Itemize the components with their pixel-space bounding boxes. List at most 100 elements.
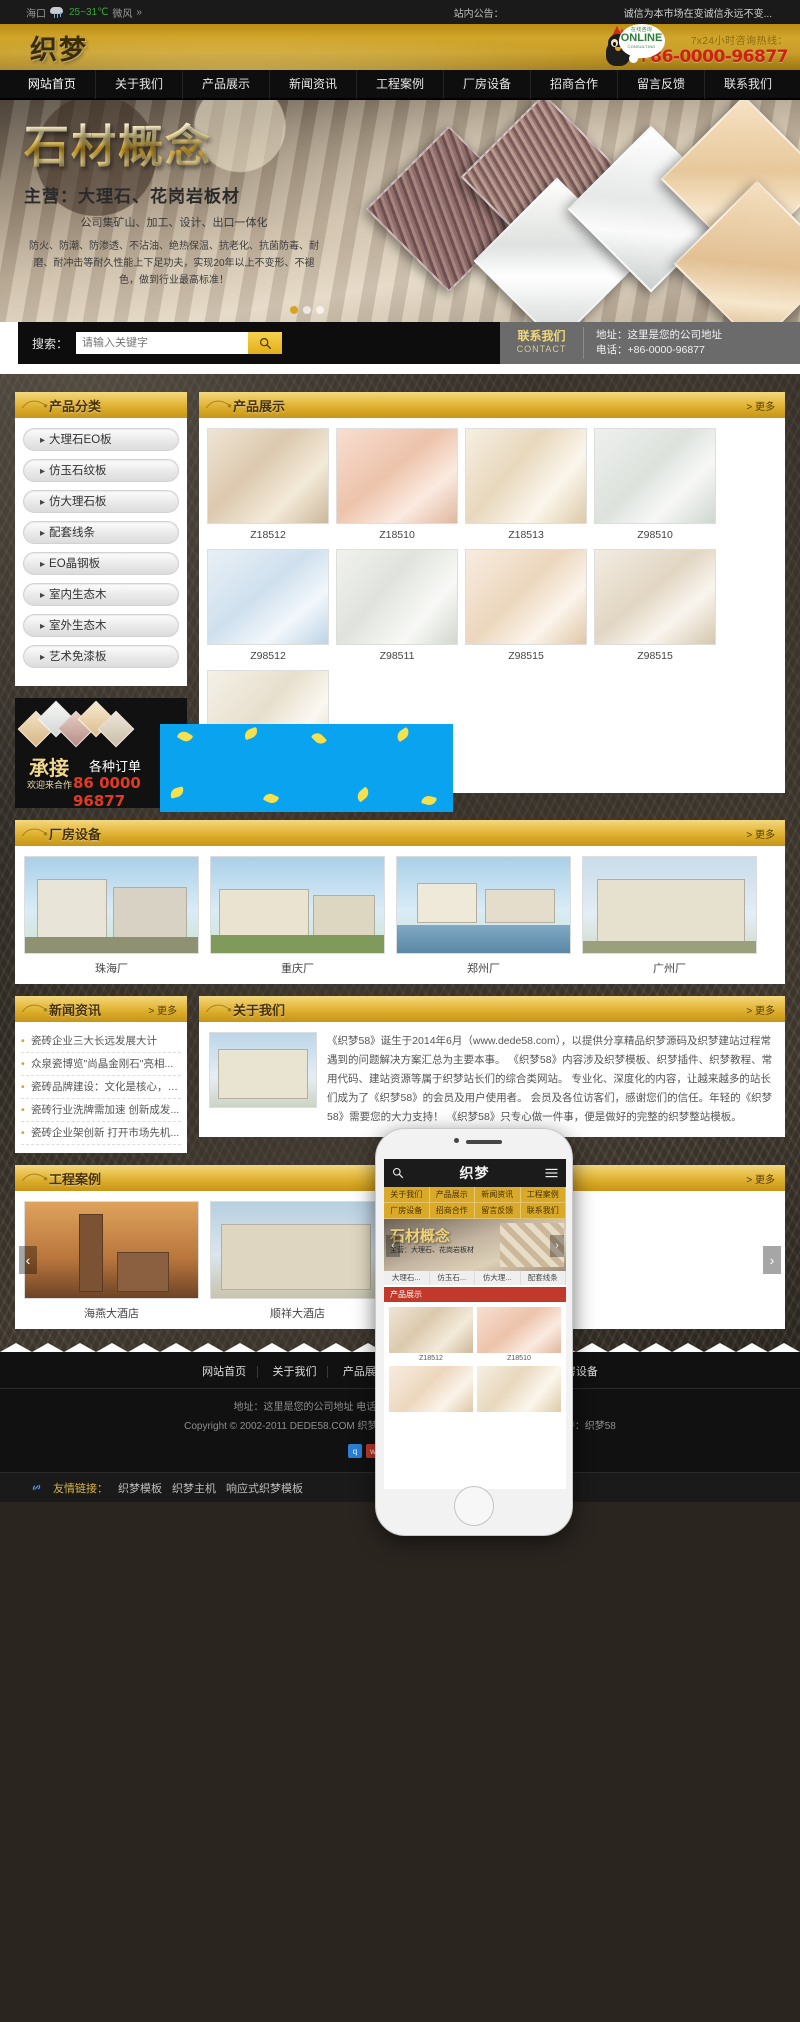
phone-cat-2[interactable]: 仿大理...	[475, 1271, 521, 1285]
product-card[interactable]: Z98512	[207, 549, 329, 662]
banner-dot-3[interactable]	[316, 306, 324, 314]
phone-product-card[interactable]	[389, 1366, 473, 1414]
nav-item-news[interactable]: 新闻资讯	[270, 69, 357, 99]
phone-nav-item-1[interactable]: 产品展示	[429, 1187, 475, 1203]
phone-banner-next-arrow[interactable]: ›	[550, 1235, 564, 1257]
phone-menu-icon[interactable]	[545, 1167, 558, 1179]
phone-search-icon[interactable]	[392, 1167, 404, 1179]
category-item-1[interactable]: 仿玉石纹板	[23, 459, 179, 482]
product-image[interactable]	[465, 428, 587, 524]
news-more-link[interactable]: > 更多	[148, 1002, 177, 1017]
factory-card[interactable]: 珠海厂	[24, 856, 199, 976]
site-logo[interactable]: 织梦	[30, 28, 88, 67]
category-item-3[interactable]: 配套线条	[23, 521, 179, 544]
friend-link-2[interactable]: 响应式织梦模板	[226, 1480, 303, 1496]
product-card[interactable]: Z98511	[336, 549, 458, 662]
category-item-5[interactable]: 室内生态木	[23, 583, 179, 606]
products-more-link[interactable]: > 更多	[746, 398, 775, 413]
nav-item-feedback[interactable]: 留言反馈	[618, 69, 706, 99]
qq-icon[interactable]: q	[348, 1444, 362, 1458]
phone-product-image[interactable]	[389, 1307, 473, 1353]
search-button[interactable]	[248, 332, 283, 354]
phone-product-image[interactable]	[477, 1307, 561, 1353]
online-consult-bubble[interactable]: 在线咨询 ONLINE CONSULTING	[618, 24, 665, 63]
phone-nav-item-5[interactable]: 招商合作	[429, 1203, 475, 1219]
category-item-7[interactable]: 艺术免漆板	[23, 645, 179, 668]
factory-card[interactable]: 广州厂	[582, 856, 757, 976]
search-input[interactable]	[76, 332, 249, 354]
phone-nav-item-0[interactable]: 关于我们	[384, 1187, 430, 1203]
news-item[interactable]: 瓷砖企业架创新 打开市场先机...	[21, 1122, 181, 1145]
phone-product-image[interactable]	[477, 1366, 561, 1412]
product-card[interactable]: Z98515	[465, 549, 587, 662]
banner-dot-1[interactable]	[290, 306, 298, 314]
nav-item-about[interactable]: 关于我们	[96, 69, 183, 99]
phone-nav-item-2[interactable]: 新闻资讯	[475, 1187, 521, 1203]
product-card[interactable]: Z98515	[594, 549, 716, 662]
product-image[interactable]	[594, 428, 716, 524]
phone-product-image[interactable]	[389, 1366, 473, 1412]
news-item[interactable]: 众泉瓷博览"尚晶金刚石"亮相...	[21, 1053, 181, 1076]
product-image[interactable]	[336, 549, 458, 645]
nav-item-home[interactable]: 网站首页	[9, 69, 96, 99]
product-image[interactable]	[594, 549, 716, 645]
product-image[interactable]	[465, 549, 587, 645]
case-image[interactable]	[24, 1201, 199, 1299]
case-card[interactable]: 海燕大酒店	[24, 1201, 199, 1321]
phone-product-card[interactable]: Z18510	[477, 1307, 561, 1362]
case-image[interactable]	[210, 1201, 385, 1299]
nav-item-products[interactable]: 产品展示	[183, 69, 270, 99]
product-image[interactable]	[336, 428, 458, 524]
phone-cat-1[interactable]: 仿玉石...	[430, 1271, 475, 1285]
phone-banner[interactable]: 石材概念 主营：大理石、花岗岩板材 ‹ ›	[384, 1219, 566, 1271]
phone-cat-3[interactable]: 配套线条	[521, 1271, 566, 1285]
factory-more-link[interactable]: > 更多	[746, 826, 775, 841]
news-item[interactable]: 瓷砖企业三大长远发展大计	[21, 1030, 181, 1053]
nav-item-factory[interactable]: 厂房设备	[444, 69, 532, 99]
factory-image[interactable]	[210, 856, 385, 954]
friend-link-1[interactable]: 织梦主机	[172, 1480, 216, 1496]
about-more-link[interactable]: > 更多	[746, 1002, 775, 1017]
banner-dot-2[interactable]	[303, 306, 311, 314]
notice-text[interactable]: 诚信为本市场在变诚信永远不变...	[624, 5, 772, 20]
phone-nav-item-6[interactable]: 留言反馈	[475, 1203, 521, 1219]
phone-cat-0[interactable]: 大理石...	[384, 1271, 430, 1285]
weather-expand-arrow[interactable]: »	[136, 7, 142, 18]
phone-home-button[interactable]	[454, 1486, 494, 1526]
product-image[interactable]	[207, 549, 329, 645]
nav-item-investment[interactable]: 招商合作	[531, 69, 619, 99]
category-item-4[interactable]: EO晶钢板	[23, 552, 179, 575]
footer-nav-about[interactable]: 关于我们	[261, 1366, 329, 1378]
nav-item-contact[interactable]: 联系我们	[705, 69, 791, 99]
blue-flash-overlay[interactable]	[160, 724, 453, 812]
factory-card[interactable]: 重庆厂	[210, 856, 385, 976]
factory-image[interactable]	[396, 856, 571, 954]
product-card[interactable]: Z18512	[207, 428, 329, 541]
phone-product-card[interactable]	[477, 1366, 561, 1414]
phone-product-card[interactable]: Z18512	[389, 1307, 473, 1362]
cases-prev-arrow[interactable]: ‹	[19, 1246, 37, 1274]
phone-nav-item-4[interactable]: 厂房设备	[384, 1203, 430, 1219]
product-card[interactable]: Z18510	[336, 428, 458, 541]
news-item[interactable]: 瓷砖行业洗牌需加速 创新成发...	[21, 1099, 181, 1122]
phone-banner-prev-arrow[interactable]: ‹	[386, 1235, 400, 1257]
nav-item-cases[interactable]: 工程案例	[357, 69, 444, 99]
news-item[interactable]: 瓷砖品牌建设：文化是核心，品...	[21, 1076, 181, 1099]
factory-image[interactable]	[24, 856, 199, 954]
product-image[interactable]	[207, 428, 329, 524]
cases-more-link[interactable]: > 更多	[746, 1171, 775, 1186]
phone-nav-item-3[interactable]: 工程案例	[520, 1187, 566, 1203]
factory-image[interactable]	[582, 856, 757, 954]
factory-card[interactable]: 郑州厂	[396, 856, 571, 976]
product-card[interactable]: Z98510	[594, 428, 716, 541]
case-card[interactable]: 顺祥大酒店	[210, 1201, 385, 1321]
banner-pagination-dots[interactable]	[290, 306, 324, 314]
phone-nav-item-7[interactable]: 联系我们	[520, 1203, 566, 1219]
product-card[interactable]: Z18513	[465, 428, 587, 541]
category-item-6[interactable]: 室外生态木	[23, 614, 179, 637]
category-item-2[interactable]: 仿大理石板	[23, 490, 179, 513]
friend-link-0[interactable]: 织梦模板	[118, 1480, 162, 1496]
footer-nav-home[interactable]: 网站首页	[191, 1366, 259, 1378]
cases-next-arrow[interactable]: ›	[763, 1246, 781, 1274]
category-item-0[interactable]: 大理石EO板	[23, 428, 179, 451]
